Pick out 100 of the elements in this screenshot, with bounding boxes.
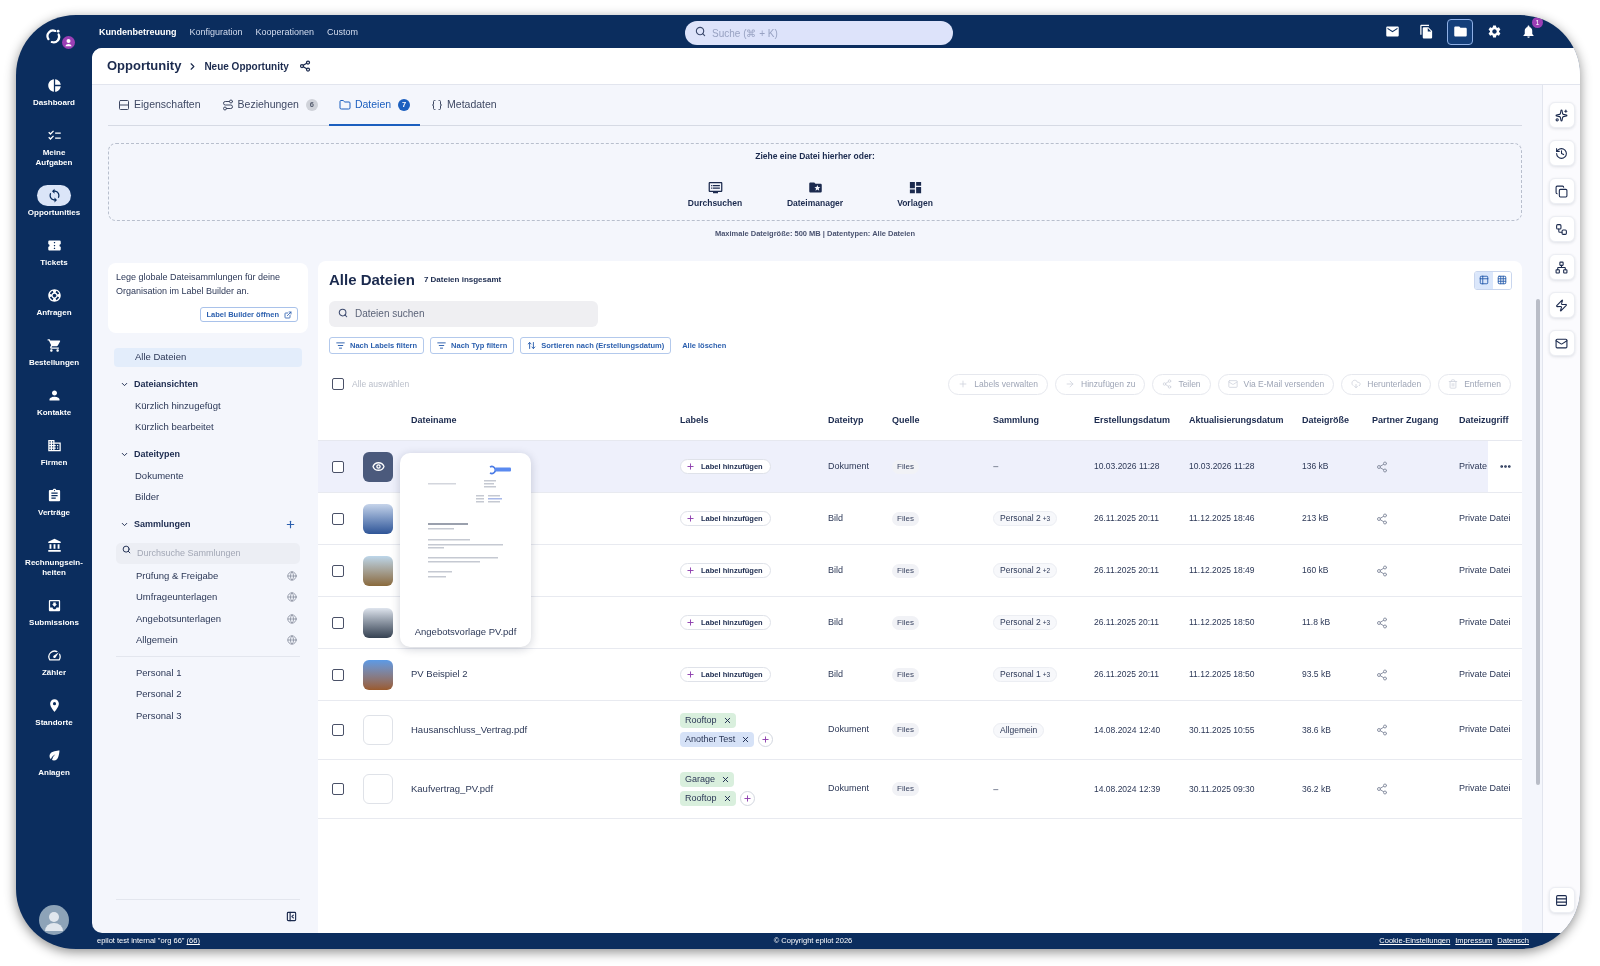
- copy-button[interactable]: [1548, 178, 1575, 204]
- collapse-panel-button[interactable]: [286, 911, 297, 922]
- partner-share-button[interactable]: [1376, 783, 1388, 795]
- rows-button[interactable]: [1548, 887, 1575, 913]
- tab[interactable]: Eigenschaften: [108, 85, 211, 126]
- file-drop-zone[interactable]: Ziehe eine Datei hierher oder: Durchsuchen Dateimanager Vorlagen: [108, 143, 1522, 221]
- collection-search-field[interactable]: Durchsuche Sammlungen: [116, 542, 300, 564]
- section-header[interactable]: Dateitypen: [108, 444, 180, 465]
- blank-thumbnail: [363, 715, 393, 745]
- partner-share-button[interactable]: [1376, 668, 1388, 681]
- share-icon: [1376, 460, 1388, 473]
- updated-date: 11.12.2025 18:46: [1189, 512, 1255, 525]
- search-field[interactable]: Suche (⌘ + K): [685, 21, 953, 45]
- sidebar-nav-item[interactable]: Anfragen: [19, 285, 89, 318]
- sidebar-nav-item[interactable]: Meine Aufgaben: [19, 125, 89, 168]
- file-name: Angebotsvorlage PV.pdf: [414, 625, 517, 639]
- lightning-button[interactable]: [1548, 292, 1575, 318]
- upload-option[interactable]: Vorlagen: [870, 180, 960, 209]
- top-nav-link[interactable]: Kundenbetreuung: [99, 25, 177, 38]
- checkbox[interactable]: [332, 460, 344, 473]
- add-collection-button[interactable]: [285, 519, 296, 530]
- sparkle-button[interactable]: [1548, 102, 1575, 128]
- folder-button[interactable]: [1447, 18, 1473, 45]
- collection-item[interactable]: Personal 1: [108, 662, 308, 684]
- avatar[interactable]: [39, 905, 69, 935]
- breadcrumb-link[interactable]: Opportunity: [107, 56, 182, 76]
- network-icon: [1555, 260, 1568, 274]
- created-date: 26.11.2025 20:11: [1094, 564, 1159, 577]
- add-label-button[interactable]: [739, 791, 755, 806]
- checkbox[interactable]: [332, 668, 344, 681]
- scrollbar[interactable]: [1536, 299, 1540, 785]
- network-button[interactable]: [1548, 254, 1575, 280]
- sidebar-nav-item[interactable]: Kontakte: [19, 385, 89, 418]
- preview-button[interactable]: [363, 451, 393, 482]
- collection-item[interactable]: Angebotsunterlagen: [108, 608, 308, 630]
- info-text: Lege globale Dateisammlungen für deine Organisation im Label Builder an.: [116, 271, 282, 298]
- collection-item[interactable]: Personal 2: [108, 683, 308, 705]
- add-label-button[interactable]: [758, 732, 774, 747]
- label-text: Garage: [685, 772, 716, 786]
- checkbox[interactable]: [332, 724, 344, 736]
- history-icon: [1555, 146, 1568, 160]
- nav-item[interactable]: Kürzlich hinzugefügt: [108, 395, 308, 417]
- sidebar-nav-item[interactable]: Anlagen: [19, 745, 89, 778]
- nav-item[interactable]: Bilder: [108, 486, 308, 508]
- file-search-field[interactable]: Dateien suchen: [329, 300, 598, 327]
- checkbox[interactable]: [332, 512, 344, 525]
- sidebar-nav-item[interactable]: Dashboard: [19, 75, 89, 108]
- partner-share-button[interactable]: [1376, 616, 1388, 629]
- remove-icon[interactable]: [722, 716, 732, 725]
- share-icon: [1376, 512, 1388, 525]
- sidebar-nav-item[interactable]: Submissions: [19, 595, 89, 628]
- partner-share-button[interactable]: [1376, 724, 1388, 736]
- sidebar-nav-item[interactable]: Tickets: [19, 235, 89, 268]
- inbox-icon: [46, 598, 62, 613]
- collection-item[interactable]: Allgemein: [108, 629, 308, 651]
- partner-share-button[interactable]: [1376, 512, 1388, 525]
- checkbox[interactable]: [332, 616, 344, 629]
- file-type: Bild: [828, 615, 843, 629]
- mail-button[interactable]: [1548, 330, 1575, 356]
- sidebar-nav-item[interactable]: Bestellungen: [19, 335, 89, 368]
- tab[interactable]: Metadaten: [421, 85, 507, 126]
- partner-share-button[interactable]: [1376, 564, 1388, 577]
- search-icon: [338, 308, 348, 318]
- cloud-download-icon: [1351, 379, 1362, 389]
- share-button[interactable]: [298, 60, 311, 72]
- sidebar-nav-item[interactable]: Rechnungsein-heiten: [19, 535, 89, 578]
- remove-icon[interactable]: [741, 735, 751, 744]
- sidebar-nav-item[interactable]: Verträge: [19, 485, 89, 518]
- upload-option[interactable]: Durchsuchen: [670, 180, 760, 209]
- file-preview-card[interactable]: Angebotsvorlage PV.pdf: [400, 453, 531, 647]
- lifebuoy-icon: [46, 288, 62, 303]
- sync-icon: [46, 188, 62, 203]
- share-icon: [1162, 379, 1173, 389]
- checkbox[interactable]: [332, 564, 344, 577]
- remove-icon[interactable]: [722, 794, 732, 803]
- nav-item[interactable]: Kürzlich bearbeitet: [108, 416, 308, 438]
- nav-item[interactable]: Alle Dateien: [114, 348, 302, 367]
- collection-item[interactable]: Personal 3: [108, 705, 308, 727]
- section-header[interactable]: Sammlungen: [108, 514, 191, 535]
- collection-item[interactable]: Umfrageunterlagen: [108, 586, 308, 608]
- logo-icon[interactable]: [45, 28, 62, 45]
- sidebar-nav-item[interactable]: Zähler: [19, 645, 89, 678]
- partner-share-button[interactable]: [1376, 460, 1388, 473]
- top-nav-link[interactable]: Konfiguration: [189, 25, 243, 38]
- top-nav-link[interactable]: Custom: [327, 25, 359, 38]
- collection-item[interactable]: Prüfung & Freigabe: [108, 565, 308, 587]
- upload-option[interactable]: Dateimanager: [770, 180, 860, 209]
- section-header[interactable]: Dateiansichten: [108, 374, 199, 395]
- table-view-button[interactable]: [1475, 271, 1493, 289]
- created-date: 14.08.2024 12:39: [1094, 782, 1161, 796]
- remove-icon[interactable]: [721, 775, 731, 784]
- sidebar-nav-item[interactable]: Standorte: [19, 695, 89, 728]
- sidebar-nav-item[interactable]: Opportunities: [19, 185, 89, 218]
- history-button[interactable]: [1548, 140, 1575, 166]
- checkbox[interactable]: [332, 783, 344, 795]
- nav-item[interactable]: Dokumente: [108, 465, 308, 487]
- sidebar-nav-item[interactable]: Firmen: [19, 435, 89, 468]
- share-icon: [1376, 564, 1388, 577]
- workflow-button[interactable]: [1548, 216, 1575, 242]
- top-nav-link[interactable]: Kooperationen: [255, 25, 315, 38]
